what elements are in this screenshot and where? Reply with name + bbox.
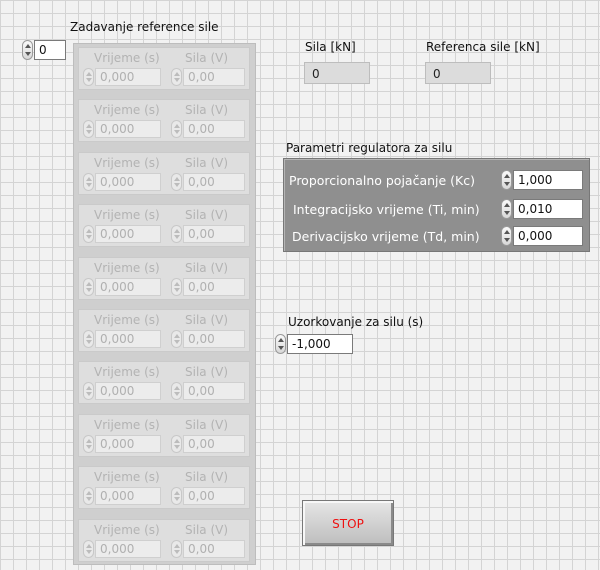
- time-column-label: Vrijeme (s): [94, 313, 160, 327]
- force-column-label: Sila (V): [185, 51, 229, 65]
- force-input[interactable]: 0,00: [183, 68, 245, 86]
- time-input[interactable]: 0,000: [95, 435, 161, 453]
- force-input[interactable]: 0,00: [183, 330, 245, 348]
- referenca-label: Referenca sile [kN]: [426, 40, 540, 54]
- force-column-label: Sila (V): [185, 470, 229, 484]
- array-row: Vrijeme (s) Sila (V) 0,000 0,00: [78, 204, 250, 247]
- time-spin-icon[interactable]: [83, 435, 94, 453]
- force-input[interactable]: 0,00: [183, 487, 245, 505]
- force-spin-icon[interactable]: [171, 330, 182, 348]
- array-row: Vrijeme (s) Sila (V) 0,000 0,00: [78, 99, 250, 142]
- force-column-label: Sila (V): [185, 261, 229, 275]
- kc-label: Proporcionalno pojačanje (Kc): [289, 173, 475, 188]
- time-column-label: Vrijeme (s): [94, 365, 160, 379]
- force-spin-icon[interactable]: [171, 487, 182, 505]
- td-input[interactable]: 0,000: [513, 226, 583, 246]
- sampling-spin-icon[interactable]: [275, 334, 286, 354]
- force-spin-icon[interactable]: [171, 120, 182, 138]
- array-row: Vrijeme (s) Sila (V) 0,000 0,00: [78, 257, 250, 300]
- force-column-label: Sila (V): [185, 418, 229, 432]
- time-column-label: Vrijeme (s): [94, 523, 160, 537]
- array-row: Vrijeme (s) Sila (V) 0,000 0,00: [78, 414, 250, 457]
- params-title: Parametri regulatora za silu: [286, 141, 453, 155]
- kc-input[interactable]: 1,000: [513, 170, 583, 190]
- time-spin-icon[interactable]: [83, 487, 94, 505]
- force-spin-icon[interactable]: [171, 278, 182, 296]
- time-input[interactable]: 0,000: [95, 382, 161, 400]
- array-title: Zadavanje reference sile: [70, 20, 219, 34]
- time-spin-icon[interactable]: [83, 382, 94, 400]
- array-row: Vrijeme (s) Sila (V) 0,000 0,00: [78, 466, 250, 509]
- time-spin-icon[interactable]: [83, 120, 94, 138]
- time-column-label: Vrijeme (s): [94, 51, 160, 65]
- array-row: Vrijeme (s) Sila (V) 0,000 0,00: [78, 361, 250, 404]
- force-spin-icon[interactable]: [171, 173, 182, 191]
- time-spin-icon[interactable]: [83, 68, 94, 86]
- force-input[interactable]: 0,00: [183, 382, 245, 400]
- time-input[interactable]: 0,000: [95, 330, 161, 348]
- time-input[interactable]: 0,000: [95, 120, 161, 138]
- force-spin-icon[interactable]: [171, 435, 182, 453]
- force-input[interactable]: 0,00: [183, 435, 245, 453]
- time-input[interactable]: 0,000: [95, 540, 161, 558]
- time-column-label: Vrijeme (s): [94, 103, 160, 117]
- array-row: Vrijeme (s) Sila (V) 0,000 0,00: [78, 309, 250, 352]
- time-spin-icon[interactable]: [83, 330, 94, 348]
- array-row: Vrijeme (s) Sila (V) 0,000 0,00: [78, 519, 250, 562]
- kc-spin-icon[interactable]: [501, 170, 512, 190]
- time-column-label: Vrijeme (s): [94, 418, 160, 432]
- referenca-indicator: 0: [425, 62, 491, 84]
- sampling-input[interactable]: -1,000: [287, 334, 353, 354]
- array-index-input[interactable]: 0: [34, 40, 66, 60]
- time-input[interactable]: 0,000: [95, 487, 161, 505]
- time-column-label: Vrijeme (s): [94, 208, 160, 222]
- force-spin-icon[interactable]: [171, 382, 182, 400]
- force-input[interactable]: 0,00: [183, 278, 245, 296]
- force-spin-icon[interactable]: [171, 225, 182, 243]
- force-input[interactable]: 0,00: [183, 225, 245, 243]
- time-spin-icon[interactable]: [83, 173, 94, 191]
- time-input[interactable]: 0,000: [95, 225, 161, 243]
- force-column-label: Sila (V): [185, 103, 229, 117]
- sila-indicator: 0: [304, 62, 370, 84]
- time-spin-icon[interactable]: [83, 225, 94, 243]
- ti-spin-icon[interactable]: [501, 199, 512, 219]
- td-label: Derivacijsko vrijeme (Td, min): [292, 229, 480, 244]
- force-spin-icon[interactable]: [171, 540, 182, 558]
- force-column-label: Sila (V): [185, 156, 229, 170]
- force-input[interactable]: 0,00: [183, 120, 245, 138]
- td-spin-icon[interactable]: [501, 226, 512, 246]
- array-row: Vrijeme (s) Sila (V) 0,000 0,00: [78, 47, 250, 90]
- force-input[interactable]: 0,00: [183, 173, 245, 191]
- ti-input[interactable]: 0,010: [513, 199, 583, 219]
- time-input[interactable]: 0,000: [95, 278, 161, 296]
- time-column-label: Vrijeme (s): [94, 156, 160, 170]
- force-column-label: Sila (V): [185, 313, 229, 327]
- stop-button[interactable]: STOP: [302, 500, 394, 546]
- time-input[interactable]: 0,000: [95, 173, 161, 191]
- sila-label: Sila [kN]: [305, 40, 356, 54]
- time-input[interactable]: 0,000: [95, 68, 161, 86]
- array-row: Vrijeme (s) Sila (V) 0,000 0,00: [78, 152, 250, 195]
- force-column-label: Sila (V): [185, 523, 229, 537]
- index-spin-icon[interactable]: [22, 40, 33, 60]
- ti-label: Integracijsko vrijeme (Ti, min): [293, 202, 480, 217]
- time-spin-icon[interactable]: [83, 278, 94, 296]
- time-column-label: Vrijeme (s): [94, 261, 160, 275]
- force-column-label: Sila (V): [185, 365, 229, 379]
- force-spin-icon[interactable]: [171, 68, 182, 86]
- force-column-label: Sila (V): [185, 208, 229, 222]
- time-column-label: Vrijeme (s): [94, 470, 160, 484]
- sampling-label: Uzorkovanje za silu (s): [288, 315, 424, 329]
- time-spin-icon[interactable]: [83, 540, 94, 558]
- force-input[interactable]: 0,00: [183, 540, 245, 558]
